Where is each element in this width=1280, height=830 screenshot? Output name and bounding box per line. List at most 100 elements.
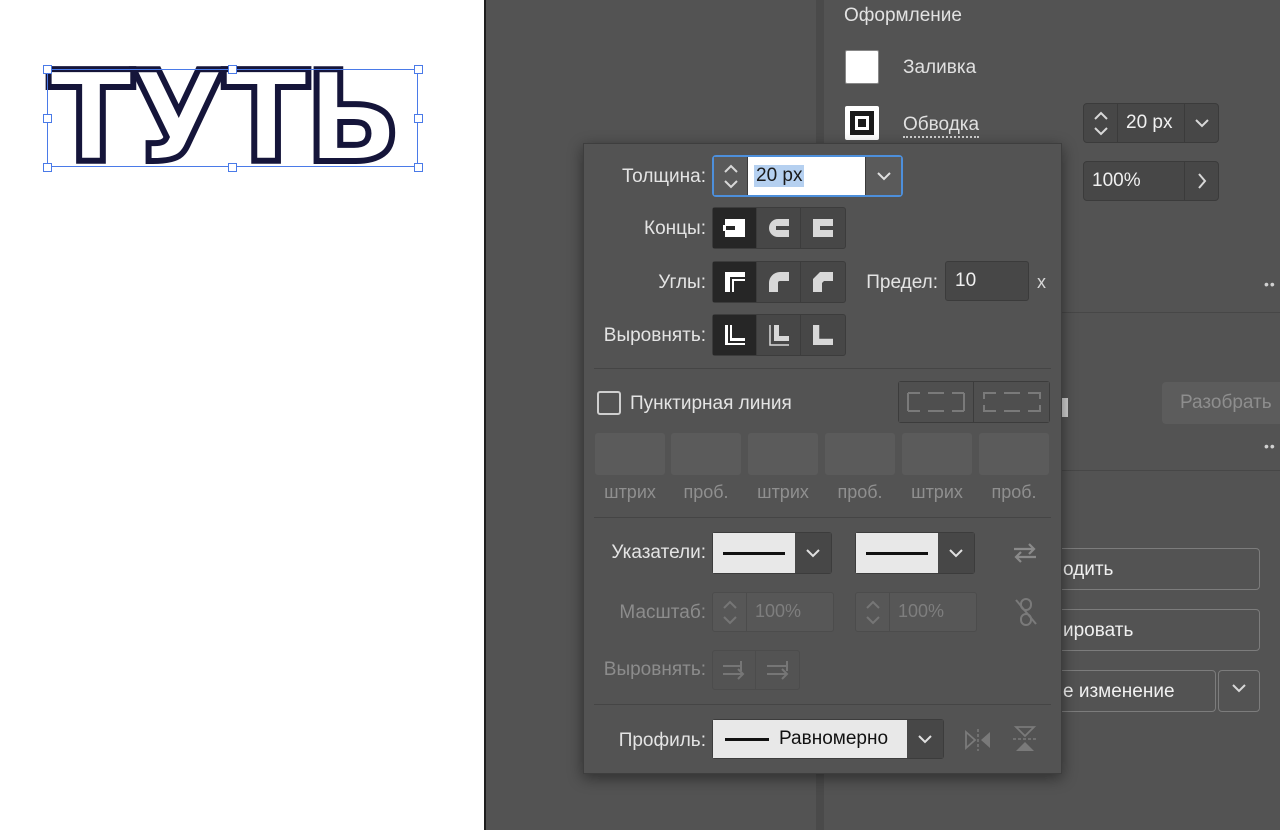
opacity-value[interactable]: 100% bbox=[1092, 170, 1141, 192]
profile-line-preview bbox=[725, 738, 769, 741]
selection-handle[interactable] bbox=[414, 163, 423, 172]
align-stroke-label: Выровнять: bbox=[603, 325, 706, 346]
align-stroke-buttons bbox=[712, 314, 846, 356]
miter-join-icon[interactable] bbox=[713, 262, 757, 302]
stroke-swatch[interactable] bbox=[845, 106, 879, 140]
align-outside-icon[interactable] bbox=[801, 315, 845, 355]
profile-select[interactable]: Равномерно bbox=[712, 719, 944, 759]
profile-value: Равномерно bbox=[779, 728, 889, 749]
weight-value-input[interactable]: 20 px bbox=[754, 165, 805, 187]
stroke-label-link[interactable]: Обводка bbox=[903, 114, 980, 138]
profile-label: Профиль: bbox=[618, 730, 706, 751]
selection-bounding-box[interactable] bbox=[47, 69, 418, 167]
profile-preview[interactable]: Равномерно bbox=[713, 720, 907, 758]
limit-label: Предел: bbox=[866, 272, 938, 293]
chevron-down-icon[interactable] bbox=[865, 157, 901, 195]
quick-action-button-2[interactable]: ировать bbox=[1040, 609, 1260, 651]
dash-label-1: штрих bbox=[604, 482, 656, 502]
flip-horizontal-icon[interactable] bbox=[962, 726, 994, 754]
limit-input[interactable]: 10 bbox=[945, 261, 1029, 301]
dash-label-2: штрих bbox=[757, 482, 809, 502]
weight-field[interactable]: 20 px bbox=[712, 155, 903, 197]
bevel-join-icon[interactable] bbox=[801, 262, 845, 302]
start-arrowhead-preview[interactable] bbox=[713, 533, 795, 573]
gap-input-1[interactable] bbox=[671, 433, 741, 475]
dash-input-3[interactable] bbox=[902, 433, 972, 475]
section-divider bbox=[1062, 470, 1280, 471]
arrow-align-label: Выровнять: bbox=[603, 659, 706, 680]
projecting-cap-icon[interactable] bbox=[801, 208, 845, 248]
arrowheads-label: Указатели: bbox=[611, 542, 706, 563]
end-arrowhead-select[interactable] bbox=[855, 532, 975, 574]
selection-handle[interactable] bbox=[228, 163, 237, 172]
dashed-line-checkbox[interactable] bbox=[597, 391, 621, 415]
quick-action-button-3[interactable]: е изменение bbox=[1040, 670, 1216, 712]
start-scale-stepper[interactable] bbox=[713, 593, 747, 631]
caps-label: Концы: bbox=[644, 218, 706, 239]
end-scale-field[interactable]: 100% bbox=[855, 592, 977, 632]
stroke-options-popup: Толщина: 20 px Концы: Углы: Предел: 10 x… bbox=[583, 143, 1062, 774]
quick-action-button-1[interactable]: одить bbox=[1040, 548, 1260, 590]
butt-cap-icon[interactable] bbox=[713, 208, 757, 248]
corners-label: Углы: bbox=[658, 272, 706, 293]
chevron-down-icon[interactable] bbox=[907, 720, 943, 758]
end-scale-stepper[interactable] bbox=[856, 593, 890, 631]
gap-input-2[interactable] bbox=[825, 433, 895, 475]
selection-handle[interactable] bbox=[43, 163, 52, 172]
opacity-field[interactable]: 100% bbox=[1083, 161, 1219, 201]
caps-buttons bbox=[712, 207, 846, 249]
artboard-edge bbox=[484, 0, 486, 830]
arrow-place-icon[interactable] bbox=[756, 651, 799, 689]
more-options-icon[interactable]: •• bbox=[1264, 438, 1276, 454]
selection-handle[interactable] bbox=[43, 65, 52, 74]
round-join-icon[interactable] bbox=[757, 262, 801, 302]
swap-arrows-icon[interactable] bbox=[1010, 540, 1040, 566]
flip-vertical-icon[interactable] bbox=[1010, 724, 1040, 754]
chevron-down-icon[interactable] bbox=[938, 533, 974, 573]
start-scale-field[interactable]: 100% bbox=[712, 592, 834, 632]
dash-exact-icon[interactable] bbox=[899, 382, 974, 422]
chevron-down-icon[interactable] bbox=[795, 533, 831, 573]
dash-style-buttons bbox=[898, 381, 1050, 423]
divider bbox=[594, 704, 1051, 705]
dash-input-2[interactable] bbox=[748, 433, 818, 475]
weight-stepper[interactable] bbox=[714, 157, 748, 195]
start-scale-value[interactable]: 100% bbox=[755, 601, 801, 622]
expand-button[interactable]: Разобрать bbox=[1162, 382, 1280, 424]
align-center-icon[interactable] bbox=[713, 315, 757, 355]
selection-handle[interactable] bbox=[414, 65, 423, 74]
round-cap-icon[interactable] bbox=[757, 208, 801, 248]
more-options-icon[interactable]: •• bbox=[1264, 276, 1276, 292]
dash-align-corners-icon[interactable] bbox=[974, 382, 1049, 422]
dash-label-3: штрих bbox=[911, 482, 963, 502]
end-scale-value[interactable]: 100% bbox=[898, 601, 944, 622]
start-arrowhead-select[interactable] bbox=[712, 532, 832, 574]
selection-handle[interactable] bbox=[228, 65, 237, 74]
selection-handle[interactable] bbox=[414, 114, 423, 123]
end-arrowhead-preview[interactable] bbox=[856, 533, 938, 573]
divider bbox=[594, 517, 1051, 518]
fill-label[interactable]: Заливка bbox=[903, 57, 976, 79]
stroke-weight-stepper[interactable] bbox=[1084, 104, 1118, 142]
align-inside-icon[interactable] bbox=[757, 315, 801, 355]
stroke-weight-value[interactable]: 20 px bbox=[1126, 112, 1182, 134]
chevron-down-icon[interactable] bbox=[1184, 104, 1218, 142]
stroke-weight-field[interactable]: 20 px bbox=[1083, 103, 1219, 143]
quick-action-dropdown[interactable] bbox=[1218, 670, 1260, 712]
gap-label-2: проб. bbox=[837, 482, 883, 502]
selection-handle[interactable] bbox=[43, 114, 52, 123]
appearance-section-title: Оформление bbox=[844, 5, 962, 26]
gap-input-3[interactable] bbox=[979, 433, 1049, 475]
link-scale-icon[interactable] bbox=[1012, 596, 1040, 628]
scale-label: Масштаб: bbox=[619, 602, 706, 623]
fill-swatch[interactable] bbox=[845, 50, 879, 84]
arrow-align-buttons bbox=[712, 650, 800, 690]
weight-label: Толщина: bbox=[622, 166, 706, 187]
corners-buttons bbox=[712, 261, 846, 303]
dashed-line-label[interactable]: Пунктирная линия bbox=[630, 393, 792, 415]
limit-value[interactable]: 10 bbox=[955, 270, 976, 292]
gap-label-1: проб. bbox=[683, 482, 729, 502]
arrow-extend-icon[interactable] bbox=[713, 651, 757, 689]
chevron-right-icon[interactable] bbox=[1184, 162, 1218, 200]
dash-input-1[interactable] bbox=[595, 433, 665, 475]
